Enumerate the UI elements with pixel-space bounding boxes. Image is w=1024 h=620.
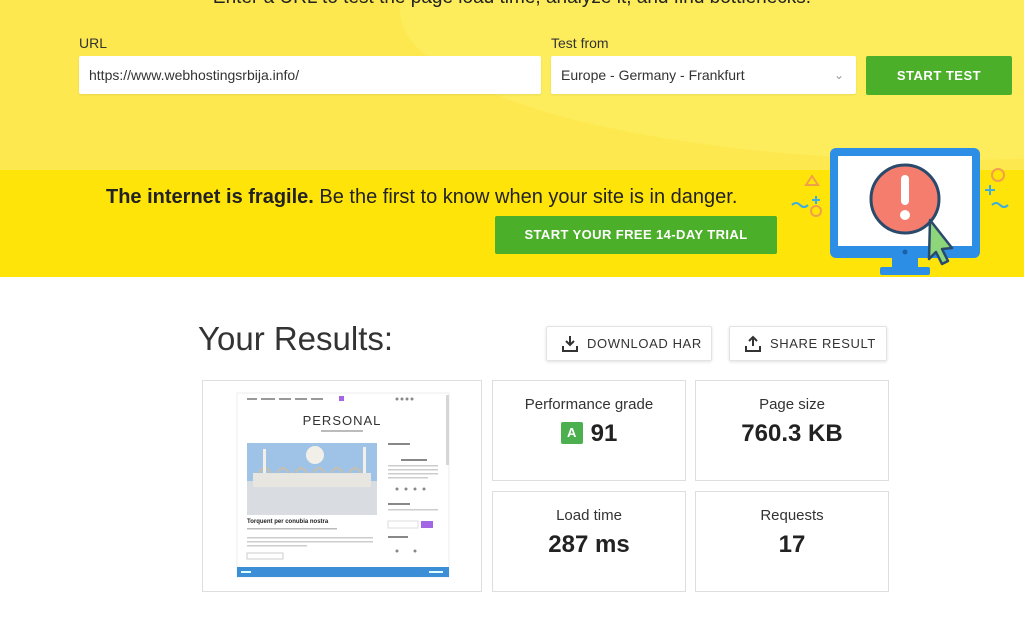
test-from-value: Europe - Germany - Frankfurt [561,67,745,83]
page-size-value: 760.3 KB [741,420,843,447]
promo-text: The internet is fragile. Be the first to… [106,186,737,209]
intro-text: Enter a URL to test the page load time, … [0,0,1024,9]
page-size-card: Page size 760.3 KB [695,380,889,481]
download-har-button[interactable]: DOWNLOAD HAR [546,326,712,361]
share-icon [745,335,761,352]
url-input[interactable]: https://www.webhostingsrbija.info/ [79,56,541,94]
monitor-alert-illustration [791,148,1009,275]
chevron-down-icon: ⌄ [833,68,844,82]
load-time-card: Load time 287 ms [492,491,686,592]
start-test-button[interactable]: START TEST [866,56,1012,95]
requests-card: Requests 17 [695,491,889,592]
requests-value: 17 [778,531,806,558]
promo-rest-text: Be the first to know when your site is i… [313,186,738,208]
performance-grade-value: A 91 [493,420,685,448]
promo-bold-text: The internet is fragile. [106,186,314,208]
test-from-select[interactable]: Europe - Germany - Frankfurt ⌄ [551,56,856,94]
requests-label: Requests [760,507,824,524]
grade-badge: A [560,422,583,444]
page-screenshot-preview: PERSONAL Torquent per conubia nostra [236,392,450,578]
preview-site-title: PERSONAL [303,413,382,428]
share-result-button[interactable]: SHARE RESULT [729,326,887,361]
page-screenshot-card: PERSONAL Torquent per conubia nostra [202,380,482,592]
share-result-label: SHARE RESULT [770,336,876,351]
free-trial-button[interactable]: START YOUR FREE 14-DAY TRIAL [495,216,777,254]
load-time-value: 287 ms [548,531,630,558]
preview-post-title: Torquent per conubia nostra [247,519,329,525]
test-from-label: Test from [551,35,609,51]
download-icon [562,336,578,352]
url-label: URL [79,35,108,51]
performance-grade-card: Performance grade A 91 [492,380,686,481]
results-title: Your Results: [198,320,394,357]
promo-banner: The internet is fragile. Be the first to… [0,148,1024,277]
performance-grade-label: Performance grade [524,396,654,413]
page-size-label: Page size [759,396,825,413]
download-har-label: DOWNLOAD HAR [587,336,702,351]
performance-score: 91 [590,420,618,447]
load-time-label: Load time [556,507,622,524]
